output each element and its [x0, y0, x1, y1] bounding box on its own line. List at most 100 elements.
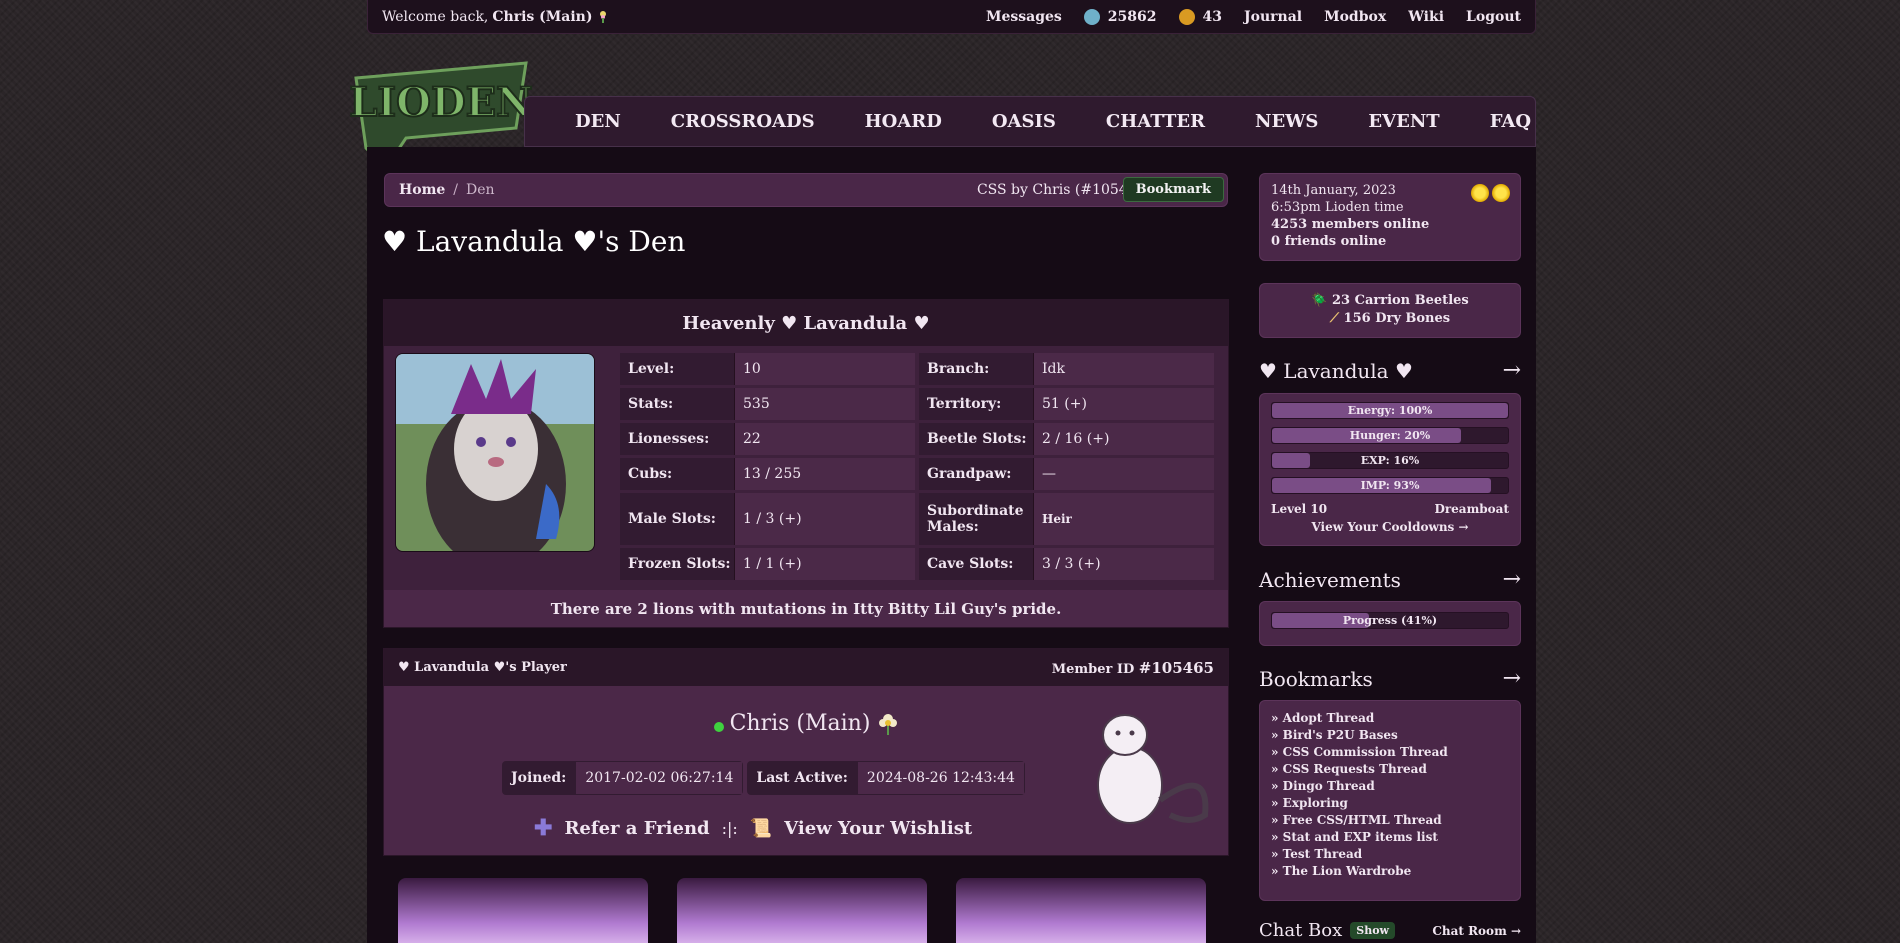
- stat-value[interactable]: Heir: [1034, 512, 1072, 526]
- achievement-progress-label: Progress (41%): [1342, 614, 1438, 627]
- lion-sidebar-header[interactable]: ♥ Lavandula ♥ →: [1259, 358, 1521, 383]
- chat-show-button[interactable]: Show: [1350, 922, 1396, 939]
- mutation-note: There are 2 lions with mutations in Itty…: [384, 590, 1228, 627]
- messages-link[interactable]: Messages: [986, 9, 1062, 25]
- player-name[interactable]: Chris (Main): [730, 711, 871, 736]
- stat-beetle-slots[interactable]: Beetle Slots: 2 / 16 (+): [919, 423, 1214, 455]
- joined-date: Joined: 2017-02-02 06:27:14: [502, 761, 744, 795]
- bookmark-link[interactable]: » The Lion Wardrobe: [1271, 863, 1509, 880]
- bookmark-link[interactable]: » Stat and EXP items list: [1271, 829, 1509, 846]
- weather: [1471, 184, 1510, 202]
- bookmark-link[interactable]: » Exploring: [1271, 795, 1509, 812]
- lion-portrait[interactable]: [395, 353, 595, 552]
- stat-label: Grandpaw:: [919, 458, 1034, 490]
- level-text: Level 10: [1271, 502, 1328, 516]
- gallery-card[interactable]: [956, 878, 1206, 943]
- wiki-link[interactable]: Wiki: [1408, 9, 1444, 25]
- nav-crossroads[interactable]: CROSSROADS: [671, 111, 815, 132]
- stat-branch: Branch: Idk: [919, 353, 1214, 385]
- arrow-right-icon[interactable]: →: [1503, 666, 1521, 691]
- gallery-card[interactable]: [398, 878, 648, 943]
- dry-bones: ⟋ 156 Dry Bones: [1271, 310, 1509, 328]
- scroll-icon: 📜: [749, 817, 773, 839]
- stat-value[interactable]: 1 / 1 (+): [735, 556, 802, 572]
- link-separator: :|:: [721, 818, 738, 838]
- journal-link[interactable]: Journal: [1244, 9, 1302, 25]
- flower-icon: [879, 713, 898, 735]
- stat-value[interactable]: 2 / 16 (+): [1034, 431, 1109, 447]
- nav-news[interactable]: NEWS: [1255, 111, 1318, 132]
- arrow-right-icon[interactable]: →: [1503, 358, 1521, 383]
- modbox-link[interactable]: Modbox: [1324, 9, 1386, 25]
- stat-value[interactable]: 51 (+): [1034, 396, 1087, 412]
- nav-hoard[interactable]: HOARD: [865, 111, 942, 132]
- achievement-progress-bar: Progress (41%): [1271, 612, 1509, 629]
- stat-cave-slots[interactable]: Cave Slots: 3 / 3 (+): [919, 548, 1214, 580]
- bookmarks-panel: » Adopt Thread » Bird's P2U Bases » CSS …: [1259, 700, 1521, 901]
- breadcrumb-current: Den: [466, 182, 495, 198]
- nav-den[interactable]: DEN: [575, 111, 621, 132]
- bookmarks-header[interactable]: Bookmarks →: [1259, 666, 1521, 691]
- stat-value[interactable]: 1 / 3 (+): [735, 511, 802, 527]
- wishlist-link[interactable]: View Your Wishlist: [784, 818, 972, 839]
- stat-value: 13 / 255: [743, 466, 802, 482]
- member-id-value: #105465: [1138, 658, 1214, 677]
- member-id: Member ID #105465: [1052, 659, 1214, 677]
- bookmark-button[interactable]: Bookmark: [1122, 177, 1224, 202]
- last-active-date: Last Active: 2024-08-26 12:43:44: [747, 761, 1025, 795]
- stat-label: Territory:: [919, 388, 1034, 420]
- welcome-prefix: Welcome back,: [382, 8, 489, 25]
- stat-value: 535: [743, 396, 770, 412]
- nav-event[interactable]: EVENT: [1368, 111, 1439, 132]
- gold-bug-currency[interactable]: 43: [1178, 8, 1222, 25]
- bookmark-link[interactable]: » Test Thread: [1271, 846, 1509, 863]
- stat-territory[interactable]: Territory: 51 (+): [919, 388, 1214, 420]
- stat-male-slots[interactable]: Male Slots: 1 / 3 (+): [620, 493, 915, 545]
- chat-room-link[interactable]: Chat Room →: [1432, 924, 1521, 938]
- bookmark-link[interactable]: » CSS Requests Thread: [1271, 761, 1509, 778]
- lion-name[interactable]: Heavenly ♥ Lavandula ♥: [384, 300, 1228, 346]
- blue-beetle-icon: [1083, 8, 1100, 25]
- nav-faq[interactable]: FAQ: [1490, 111, 1531, 132]
- arrow-right-icon[interactable]: →: [1503, 567, 1521, 592]
- stat-grandpaw: Grandpaw: —: [919, 458, 1214, 490]
- members-online[interactable]: 4253 members online: [1271, 216, 1509, 233]
- stat-label: Branch:: [919, 353, 1034, 385]
- lion-sidebar-title: ♥ Lavandula ♥: [1259, 358, 1413, 383]
- lion-status-panel: Energy: 100% Hunger: 20% EXP: 16% IMP: 9…: [1259, 393, 1521, 546]
- main-nav: DEN CROSSROADS HOARD OASIS CHATTER NEWS …: [524, 96, 1536, 147]
- refer-friend-link[interactable]: Refer a Friend: [564, 818, 709, 839]
- exp-bar: EXP: 16%: [1271, 452, 1509, 469]
- nav-oasis[interactable]: OASIS: [992, 111, 1056, 132]
- player-avatar-image: [1097, 714, 1209, 824]
- bookmark-link[interactable]: » Adopt Thread: [1271, 710, 1509, 727]
- player-panel: ♥ Lavandula ♥'s Player Member ID #105465…: [383, 648, 1229, 856]
- achievements-header[interactable]: Achievements →: [1259, 567, 1521, 592]
- sun-icon: [1492, 184, 1510, 202]
- bookmark-link[interactable]: » CSS Commission Thread: [1271, 744, 1509, 761]
- bookmark-link[interactable]: » Bird's P2U Bases: [1271, 727, 1509, 744]
- breadcrumb-home[interactable]: Home: [399, 182, 445, 198]
- nav-chatter[interactable]: CHATTER: [1106, 111, 1205, 132]
- stat-frozen-slots[interactable]: Frozen Slots: 1 / 1 (+): [620, 548, 915, 580]
- logout-link[interactable]: Logout: [1466, 9, 1521, 25]
- username-link[interactable]: Chris (Main): [492, 9, 592, 25]
- bones-count: 156 Dry Bones: [1343, 311, 1451, 326]
- hunger-bar: Hunger: 20%: [1271, 427, 1509, 444]
- bookmark-link[interactable]: » Dingo Thread: [1271, 778, 1509, 795]
- energy-label: Energy: 100%: [1347, 404, 1433, 417]
- stat-value[interactable]: 3 / 3 (+): [1034, 556, 1101, 572]
- stat-label: Cave Slots:: [919, 548, 1034, 580]
- last-active-label: Last Active:: [747, 761, 857, 795]
- rank-text: Dreamboat: [1434, 502, 1509, 516]
- player-dates: Joined: 2017-02-02 06:27:14 Last Active: 2…: [502, 761, 1025, 795]
- beetle-currency[interactable]: 25862: [1083, 8, 1157, 25]
- cooldowns-link[interactable]: View Your Cooldowns →: [1271, 520, 1509, 534]
- friends-online[interactable]: 0 friends online: [1271, 233, 1509, 250]
- energy-bar: Energy: 100%: [1271, 402, 1509, 419]
- stat-value: Idk: [1042, 361, 1065, 377]
- bookmark-link[interactable]: » Free CSS/HTML Thread: [1271, 812, 1509, 829]
- gallery-card[interactable]: [677, 878, 927, 943]
- stat-label: Level:: [620, 353, 735, 385]
- carrion-panel: 🪲 23 Carrion Beetles ⟋ 156 Dry Bones: [1259, 283, 1521, 338]
